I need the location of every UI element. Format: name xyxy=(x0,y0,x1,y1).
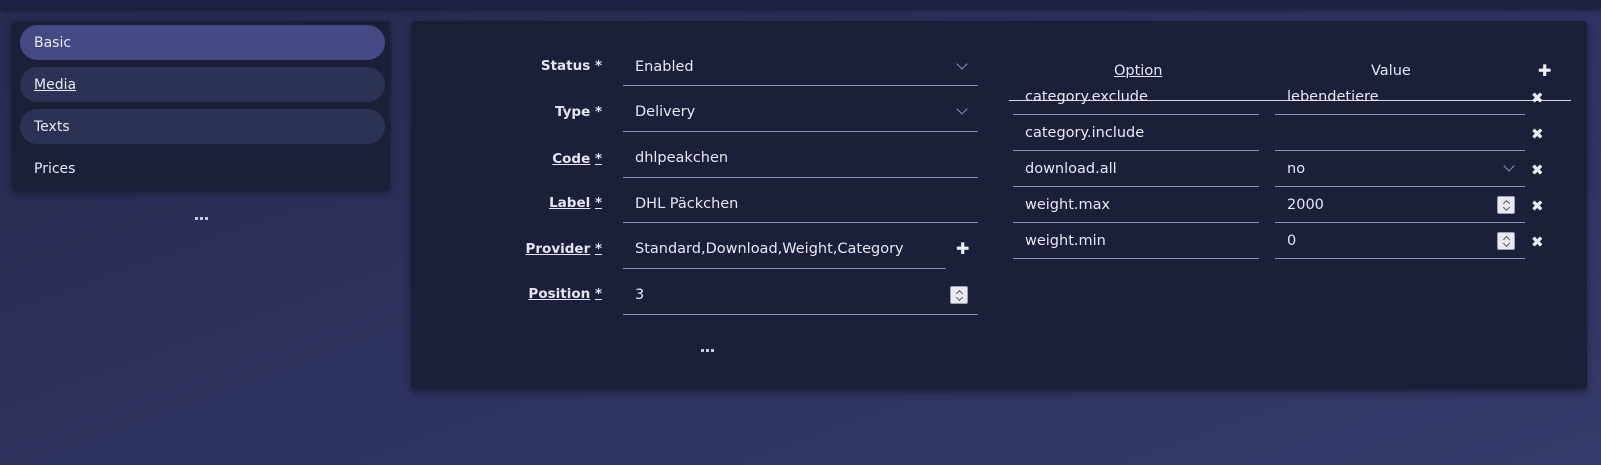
provider-label: Provider * xyxy=(525,241,603,257)
code-label: Code * xyxy=(552,151,602,167)
position-label: Position * xyxy=(528,286,602,302)
nav-item-prices[interactable]: Prices xyxy=(20,151,385,186)
nav-item-basic[interactable]: Basic xyxy=(20,25,385,60)
status-label: Status * xyxy=(540,58,602,74)
option-key-input[interactable]: category.exclude xyxy=(1013,80,1259,115)
position-input[interactable]: 3 xyxy=(623,276,978,315)
remove-row-close-icon[interactable]: ✖ xyxy=(1531,199,1544,214)
option-key-input[interactable]: weight.max xyxy=(1013,188,1259,223)
remove-row-close-icon[interactable]: ✖ xyxy=(1531,163,1544,178)
label-row: Label * DHL Päckchen xyxy=(411,185,981,225)
type-row: Type * Delivery xyxy=(411,93,981,133)
chevron-down-icon xyxy=(956,103,968,115)
option-value-input[interactable] xyxy=(1275,116,1525,151)
form-more-icon[interactable] xyxy=(701,349,714,352)
top-bar xyxy=(0,0,1601,8)
option-key-input[interactable]: category.include xyxy=(1013,116,1259,151)
sidebar-more-icon[interactable] xyxy=(195,217,208,220)
option-value-input[interactable]: lebendetiere xyxy=(1275,80,1525,115)
value-column-header: Value xyxy=(1371,63,1411,79)
chevron-down-icon xyxy=(1503,160,1515,172)
type-label: Type * xyxy=(555,104,602,120)
option-key-input[interactable]: download.all xyxy=(1013,152,1259,187)
number-stepper-icon[interactable] xyxy=(1497,196,1515,214)
remove-row-close-icon[interactable]: ✖ xyxy=(1531,91,1544,106)
status-row: Status * Enabled xyxy=(411,48,981,88)
label-label: Label * xyxy=(549,195,602,211)
main-panel: Status * Enabled Type * Delivery Code * … xyxy=(411,21,1587,389)
provider-row: Provider * Standard,Download,Weight,Cate… xyxy=(411,230,981,270)
nav-item-texts[interactable]: Texts xyxy=(20,109,385,144)
code-row: Code * dhlpeakchen xyxy=(411,139,981,179)
number-stepper-icon[interactable] xyxy=(1497,232,1515,250)
position-row: Position * 3 xyxy=(411,276,981,316)
type-select[interactable]: Delivery xyxy=(623,93,978,132)
provider-input[interactable]: Standard,Download,Weight,Category xyxy=(623,230,946,269)
sidebar-nav: Basic Media Texts Prices xyxy=(12,21,390,190)
add-provider-plus-icon[interactable]: ✚ xyxy=(956,241,969,257)
code-input[interactable]: dhlpeakchen xyxy=(623,139,978,178)
option-value-input[interactable]: 0 xyxy=(1275,224,1525,259)
option-column-header[interactable]: Option xyxy=(1114,63,1162,79)
label-input[interactable]: DHL Päckchen xyxy=(623,185,978,223)
status-select[interactable]: Enabled xyxy=(623,48,978,86)
option-value-select[interactable]: no xyxy=(1275,152,1525,187)
add-option-plus-icon[interactable]: ✚ xyxy=(1538,63,1551,79)
remove-row-close-icon[interactable]: ✖ xyxy=(1531,127,1544,142)
number-stepper-icon[interactable] xyxy=(950,286,968,304)
chevron-down-icon xyxy=(956,58,968,70)
option-key-input[interactable]: weight.min xyxy=(1013,224,1259,259)
remove-row-close-icon[interactable]: ✖ xyxy=(1531,235,1544,250)
nav-item-media[interactable]: Media xyxy=(20,67,385,102)
option-value-input[interactable]: 2000 xyxy=(1275,188,1525,223)
